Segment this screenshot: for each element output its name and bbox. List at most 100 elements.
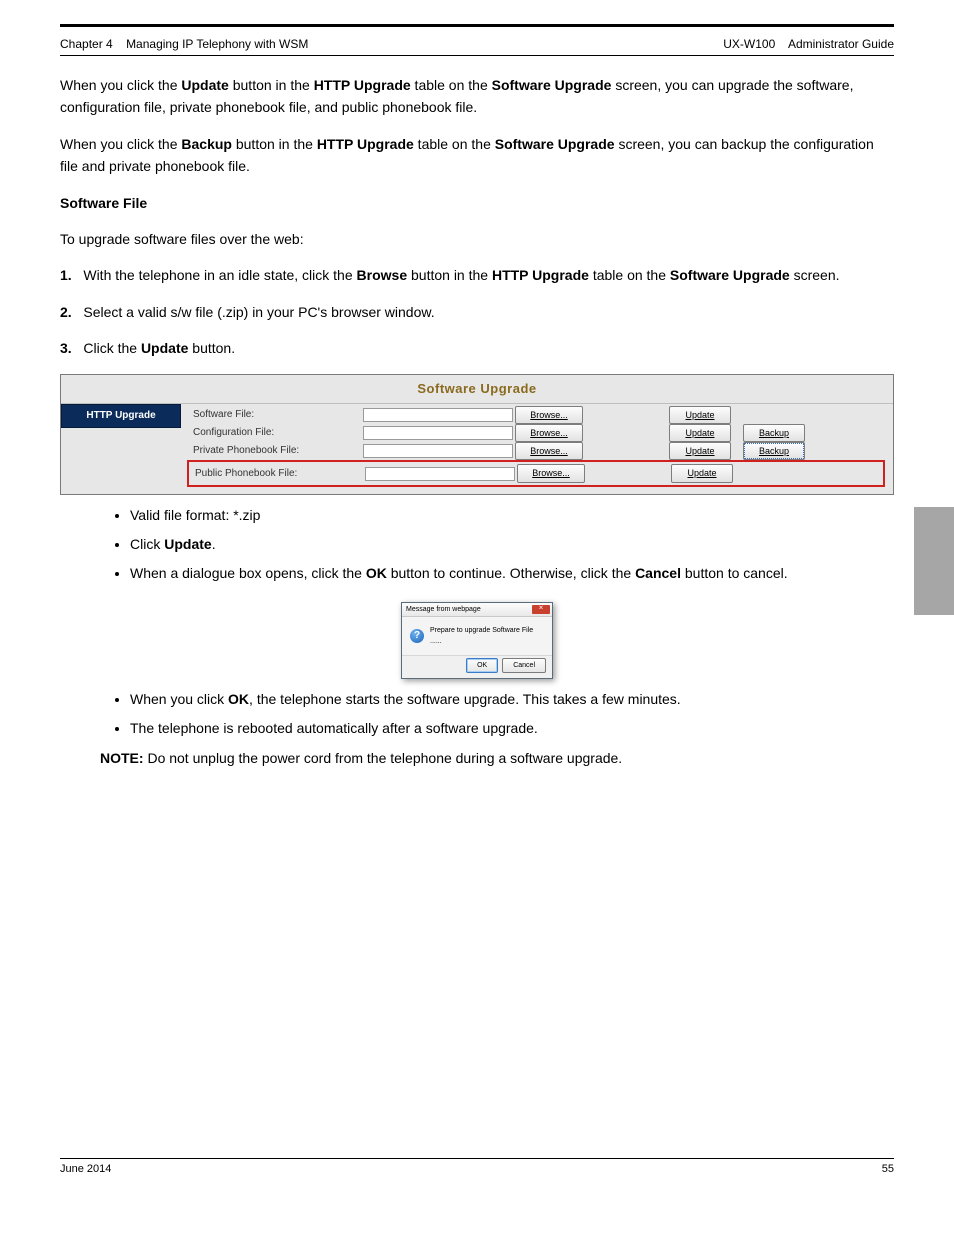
dialog-title-bar: Message from webpage: [402, 603, 552, 617]
panel-title-bar: Software Upgrade: [61, 375, 893, 405]
txt-bold: HTTP Upgrade: [314, 77, 411, 93]
txt: button in the: [232, 136, 317, 152]
browse-button-public[interactable]: Browse...: [517, 464, 585, 482]
browse-button-private[interactable]: Browse...: [515, 442, 583, 460]
txt: , the telephone starts the software upgr…: [249, 691, 681, 707]
panel-title: Software Upgrade: [417, 381, 536, 396]
txt-bold: Software Upgrade: [492, 77, 612, 93]
txt: phonebook file.: [382, 99, 477, 115]
bullet-click-update: Click Update.: [130, 534, 894, 555]
step-num: 2.: [60, 304, 72, 320]
txt: button in the: [407, 267, 492, 283]
header-product: UX-W100: [723, 37, 775, 51]
note-label: NOTE:: [100, 750, 144, 766]
row-public-phonebook-highlight: Public Phonebook File: Browse... Update: [187, 460, 885, 486]
input-software-file[interactable]: [363, 408, 513, 422]
row-config-file: Configuration File: Browse... Update Bac…: [187, 424, 885, 441]
txt: screen.: [790, 267, 840, 283]
step-num: 3.: [60, 340, 72, 356]
bullet-list-1: Valid file format: *.zip Click Update. W…: [130, 505, 894, 584]
header-rule-thin: [60, 55, 894, 56]
step-1: 1. With the telephone in an idle state, …: [60, 264, 894, 286]
header-left: Chapter 4 Managing IP Telephony with WSM: [60, 37, 308, 51]
txt: Valid file format: *.zip: [130, 507, 260, 523]
question-icon: ?: [410, 629, 424, 643]
step-2: 2. Select a valid s/w file (.zip) in you…: [60, 301, 894, 323]
software-file-heading: Software File: [60, 192, 894, 214]
backup-button-private[interactable]: Backup: [743, 442, 805, 460]
header-rule-thick: [60, 24, 894, 27]
software-upgrade-panel: Software Upgrade HTTP Upgrade Software F…: [60, 374, 894, 495]
label-software-file: Software File:: [187, 407, 363, 423]
side-tab: [914, 507, 954, 615]
paragraph-update: When you click the Update button in the …: [60, 74, 894, 119]
input-config-file[interactable]: [363, 426, 513, 440]
txt-bold: Software Upgrade: [495, 136, 615, 152]
paragraph-backup: When you click the Backup button in the …: [60, 133, 894, 178]
label-public-phonebook: Public Phonebook File:: [189, 466, 365, 482]
bullet-start-upgrade: When you click OK, the telephone starts …: [130, 689, 894, 710]
bullet-valid-file: Valid file format: *.zip: [130, 505, 894, 526]
sidebar-http-upgrade[interactable]: HTTP Upgrade: [61, 404, 181, 428]
txt: When you click: [130, 691, 228, 707]
step-3: 3. Click the Update button.: [60, 337, 894, 359]
txt-bold: Update: [164, 536, 211, 552]
txt-bold: Software Upgrade: [666, 267, 790, 283]
txt-bold: Update: [181, 77, 228, 93]
ok-button[interactable]: OK: [466, 658, 498, 673]
txt: table on the: [589, 267, 666, 283]
row-software-file: Software File: Browse... Update: [187, 406, 885, 423]
bullet-list-2: When you click OK, the telephone starts …: [130, 689, 894, 739]
txt: Click the: [83, 340, 141, 356]
update-button-software[interactable]: Update: [669, 406, 731, 424]
input-private-phonebook[interactable]: [363, 444, 513, 458]
txt-bold: HTTP Upgrade: [492, 267, 589, 283]
dialog-message: Prepare to upgrade Software File ......: [430, 625, 544, 647]
txt-bold: Update: [141, 340, 188, 356]
update-button-public[interactable]: Update: [671, 464, 733, 482]
update-button-config[interactable]: Update: [669, 424, 731, 442]
close-icon[interactable]: [532, 605, 550, 614]
txt-bold: Backup: [181, 136, 232, 152]
browse-button-software[interactable]: Browse...: [515, 406, 583, 424]
browse-button-config[interactable]: Browse...: [515, 424, 583, 442]
row-private-phonebook: Private Phonebook File: Browse... Update…: [187, 442, 885, 459]
txt: table on the: [411, 77, 492, 93]
sidebar-spacer: [61, 428, 181, 492]
txt-bold: OK: [228, 691, 249, 707]
txt: .: [212, 536, 216, 552]
txt-bold: Browse: [357, 267, 408, 283]
txt: button in the: [229, 77, 314, 93]
header-manual: Administrator Guide: [788, 37, 894, 51]
input-public-phonebook[interactable]: [365, 467, 515, 481]
txt: When you click the: [60, 136, 181, 152]
header-right: UX-W100 Administrator Guide: [723, 37, 894, 51]
label-config-file: Configuration File:: [187, 425, 363, 441]
dialog-title-text: Message from webpage: [406, 604, 481, 615]
bullet-reboot: The telephone is rebooted automatically …: [130, 718, 894, 739]
label-private-phonebook: Private Phonebook File:: [187, 443, 363, 459]
backup-button-config[interactable]: Backup: [743, 424, 805, 442]
txt: With the telephone in an idle state, cli…: [83, 267, 356, 283]
txt-bold: HTTP Upgrade: [317, 136, 414, 152]
dialog-footer: OK Cancel: [402, 655, 552, 678]
txt: When a dialogue box opens, click the: [130, 565, 366, 581]
txt: table on the: [414, 136, 495, 152]
panel-sidebar: HTTP Upgrade: [61, 404, 181, 493]
txt: Select a valid s/w file (.zip) in your P…: [83, 304, 434, 320]
txt: When you click the: [60, 77, 181, 93]
txt: button to cancel.: [681, 565, 788, 581]
note-body: Do not unplug the power cord from the te…: [144, 750, 623, 766]
txt: The telephone is rebooted automatically …: [130, 720, 538, 736]
txt-bold: OK: [366, 565, 387, 581]
panel-form-area: Software File: Browse... Update Configur…: [181, 404, 893, 493]
header-chapter: Chapter 4: [60, 37, 113, 51]
update-button-private[interactable]: Update: [669, 442, 731, 460]
txt: button to continue. Otherwise, click the: [387, 565, 635, 581]
message-dialog: Message from webpage ? Prepare to upgrad…: [401, 602, 553, 680]
txt: Click: [130, 536, 164, 552]
cancel-button[interactable]: Cancel: [502, 658, 546, 673]
step-num: 1.: [60, 267, 72, 283]
intro-line: To upgrade software files over the web:: [60, 228, 894, 250]
footer-page: 55: [882, 1163, 894, 1175]
